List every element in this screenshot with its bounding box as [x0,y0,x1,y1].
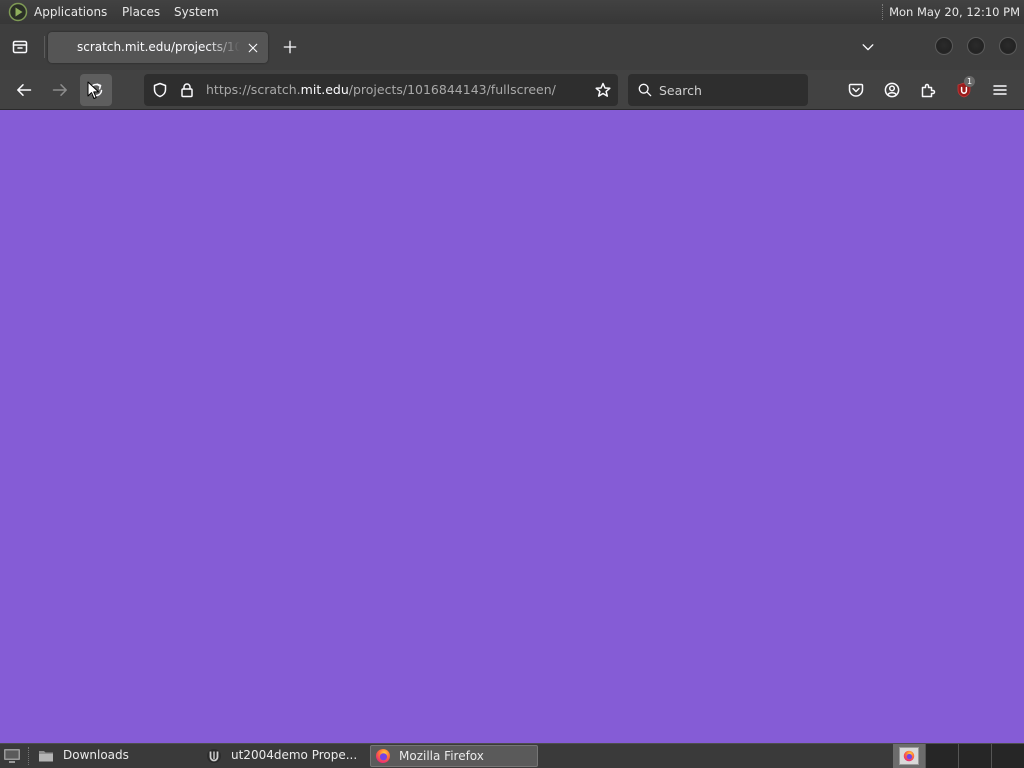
taskbar-item-ut2004demo[interactable]: ut2004demo Prope... [203,745,367,767]
forward-button[interactable] [44,74,76,106]
taskbar-separator [28,747,29,765]
star-icon [595,82,611,97]
tab-active[interactable]: scratch.mit.edu/projects/10 [48,32,268,63]
plus-icon [283,40,297,54]
window-minimize-button[interactable] [935,37,953,55]
firefox-icon [903,750,915,762]
places-menu[interactable]: Places [122,0,160,24]
ublock-origin-button[interactable]: 1 [948,74,980,106]
search-input[interactable] [659,74,804,106]
window-maximize-button[interactable] [967,37,985,55]
tab-strip: scratch.mit.edu/projects/10 [0,24,1024,70]
chevron-down-icon [862,44,874,51]
open-menu-button[interactable] [984,74,1016,106]
url-text[interactable]: https://scratch.mit.edu/projects/1016844… [206,74,586,106]
clock[interactable]: Mon May 20, 12:10 PM [889,0,1020,24]
firefox-view-button[interactable] [6,33,34,61]
distro-logo-icon[interactable] [8,2,28,22]
site-security-button[interactable] [177,80,197,100]
workspace-window-thumbnail [899,747,919,765]
taskbar-item-label: ut2004demo Prope... [231,748,358,762]
url-prefix: https://scratch. [206,82,301,97]
taskbar-item-label: Mozilla Firefox [399,749,484,763]
top-panel: Applications Places System Mon May 20, 1… [0,0,1024,24]
ut2004-icon [206,748,222,764]
forward-arrow-icon [52,84,67,96]
new-tab-button[interactable] [276,33,304,61]
taskbar: Downloads ut2004demo Prope... Mozilla Fi… [0,743,1024,768]
taskbar-item-downloads[interactable]: Downloads [33,745,200,767]
list-all-tabs-button[interactable] [854,33,882,61]
account-button[interactable] [876,74,908,106]
workspace-4[interactable] [992,744,1024,768]
navigation-toolbar: https://scratch.mit.edu/projects/1016844… [0,70,1024,110]
folder-icon [38,748,54,764]
tracking-protection-button[interactable] [150,80,170,100]
url-domain: mit.edu [300,82,349,97]
page-content[interactable] [0,110,1024,743]
lock-icon [181,83,193,98]
tab-title: scratch.mit.edu/projects/10 [77,40,240,54]
url-path: /projects/1016844143/fullscreen/ [348,82,556,97]
search-bar[interactable] [628,74,808,106]
bookmark-button[interactable] [593,80,613,100]
workspace-switcher [893,744,1024,768]
hamburger-menu-icon [993,85,1007,95]
firefox-icon [375,748,391,764]
workspace-1[interactable] [893,744,925,768]
show-desktop-button[interactable] [2,747,22,765]
pocket-icon [848,83,864,97]
taskbar-item-label: Downloads [63,748,129,762]
search-icon [638,83,652,97]
panel-separator [882,4,884,20]
back-arrow-icon [17,84,32,96]
window-close-button[interactable] [999,37,1017,55]
workspace-2[interactable] [926,744,958,768]
account-icon [884,82,900,98]
back-button[interactable] [8,74,40,106]
extensions-button[interactable] [912,74,944,106]
tab-strip-separator [44,36,45,58]
taskbar-item-firefox[interactable]: Mozilla Firefox [370,745,538,767]
tab-close-button[interactable] [244,39,261,56]
system-menu[interactable]: System [174,0,219,24]
show-desktop-icon [4,749,20,763]
mouse-cursor [87,81,101,101]
url-bar[interactable]: https://scratch.mit.edu/projects/1016844… [144,74,618,106]
applications-menu[interactable]: Applications [34,0,107,24]
shield-icon [153,82,167,98]
firefox-view-icon [12,40,28,54]
puzzle-piece-icon [921,83,936,98]
workspace-3[interactable] [959,744,991,768]
ublock-badge: 1 [964,76,975,87]
close-icon [248,43,257,52]
pocket-button[interactable] [840,74,872,106]
